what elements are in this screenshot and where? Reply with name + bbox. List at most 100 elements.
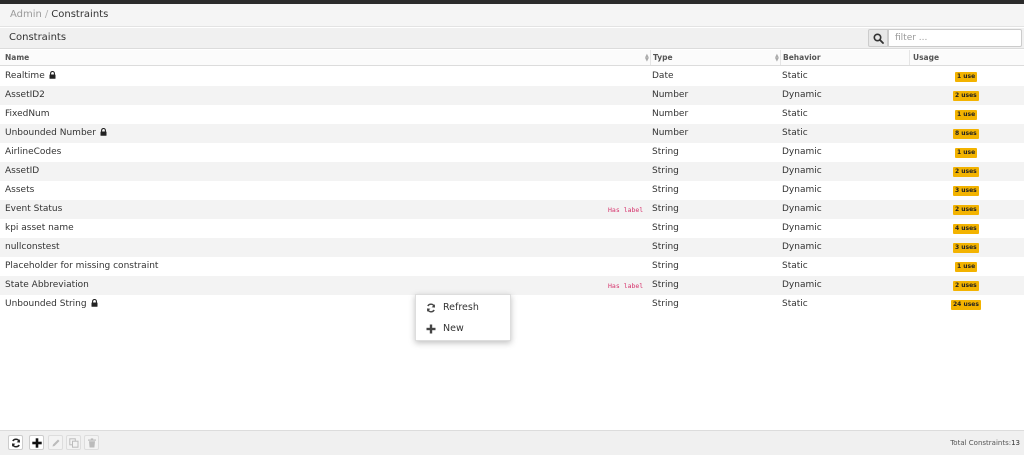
- context-menu: Refresh New: [415, 294, 511, 341]
- constraint-type: Date: [652, 71, 674, 81]
- plus-icon: [426, 324, 436, 334]
- search-input[interactable]: [888, 29, 1022, 47]
- constraint-type: Number: [652, 109, 689, 119]
- constraint-name: Placeholder for missing constraint: [5, 261, 159, 271]
- edit-button[interactable]: [48, 435, 63, 450]
- copy-button[interactable]: [66, 435, 81, 450]
- constraint-name: Assets: [5, 185, 35, 195]
- total-constraints-value: 13: [1011, 439, 1020, 447]
- usage-badge[interactable]: 1 use: [955, 148, 978, 158]
- table-row[interactable]: nullconstest String Dynamic 3 uses: [0, 238, 1024, 257]
- column-divider[interactable]: [780, 50, 781, 65]
- table-row[interactable]: Unbounded String String Static 24 uses: [0, 295, 1024, 314]
- constraint-name: FixedNum: [5, 109, 50, 119]
- column-header-name[interactable]: Name: [5, 53, 29, 62]
- pencil-icon: [52, 439, 60, 447]
- table-header: Name ▲ ▼ Type ▲ ▼ Behavior Usage: [0, 50, 1024, 66]
- column-header-behavior[interactable]: Behavior: [783, 53, 821, 62]
- table-row[interactable]: State Abbreviation Has label String Dynamic…: [0, 276, 1024, 295]
- usage-badge[interactable]: 3 uses: [953, 186, 979, 196]
- column-divider[interactable]: [650, 50, 651, 65]
- refresh-icon: [427, 303, 435, 313]
- table-footer: Total Constraints:13: [0, 430, 1024, 455]
- usage-badge[interactable]: 1 use: [955, 72, 978, 82]
- table-row[interactable]: Realtime Date Static 1 use: [0, 67, 1024, 86]
- constraint-behavior: Dynamic: [782, 185, 822, 195]
- sort-type-icon[interactable]: ▲ ▼: [775, 54, 779, 63]
- context-menu-refresh-label: Refresh: [443, 302, 479, 313]
- constraint-behavior: Static: [782, 128, 808, 138]
- usage-badge[interactable]: 24 uses: [951, 300, 981, 310]
- usage-badge[interactable]: 2 uses: [953, 167, 979, 177]
- usage-badge[interactable]: 2 uses: [953, 205, 979, 215]
- table-row[interactable]: Assets String Dynamic 3 uses: [0, 181, 1024, 200]
- table-row[interactable]: kpi asset name String Dynamic 4 uses: [0, 219, 1024, 238]
- constraint-behavior: Dynamic: [782, 166, 822, 176]
- delete-button[interactable]: [84, 435, 99, 450]
- context-menu-refresh[interactable]: Refresh: [416, 298, 512, 318]
- constraint-behavior: Static: [782, 299, 808, 309]
- table-row[interactable]: FixedNum Number Static 1 use: [0, 105, 1024, 124]
- constraint-type: Number: [652, 90, 689, 100]
- constraint-name: AssetID: [5, 166, 40, 176]
- context-menu-new-label: New: [443, 323, 464, 334]
- breadcrumb-admin-link[interactable]: Admin: [10, 9, 42, 20]
- constraint-behavior: Dynamic: [782, 242, 822, 252]
- constraint-behavior: Dynamic: [782, 280, 822, 290]
- usage-badge[interactable]: 8 uses: [953, 129, 979, 139]
- constraint-type: String: [652, 280, 679, 290]
- table-row[interactable]: Unbounded Number Number Static 8 uses: [0, 124, 1024, 143]
- constraint-type: Number: [652, 128, 689, 138]
- usage-badge[interactable]: 2 uses: [953, 281, 979, 291]
- column-header-usage[interactable]: Usage: [913, 53, 939, 62]
- usage-badge[interactable]: 4 uses: [953, 224, 979, 234]
- usage-badge[interactable]: 1 use: [955, 262, 978, 272]
- constraint-behavior: Static: [782, 261, 808, 271]
- search-button[interactable]: [868, 29, 888, 47]
- breadcrumb-current: Constraints: [51, 9, 109, 20]
- constraint-type: String: [652, 147, 679, 157]
- usage-badge[interactable]: 2 uses: [953, 91, 979, 101]
- lock-icon: [49, 70, 56, 82]
- constraint-type: String: [652, 261, 679, 271]
- constraint-type: String: [652, 223, 679, 233]
- table-row[interactable]: Placeholder for missing constraint String…: [0, 257, 1024, 276]
- constraint-behavior: Dynamic: [782, 223, 822, 233]
- context-menu-new[interactable]: New: [416, 319, 512, 339]
- table-row[interactable]: Event Status Has label String Dynamic 2 uses: [0, 200, 1024, 219]
- table-row[interactable]: AssetID2 Number Dynamic 2 uses: [0, 86, 1024, 105]
- usage-badge[interactable]: 1 use: [955, 110, 978, 120]
- table-row[interactable]: AssetID String Dynamic 2 uses: [0, 162, 1024, 181]
- constraint-name: Unbounded String: [5, 298, 98, 310]
- has-label-tag: Has label: [608, 282, 644, 290]
- constraint-behavior: Dynamic: [782, 90, 822, 100]
- lock-icon: [100, 127, 107, 139]
- total-constraints: Total Constraints:13: [950, 439, 1020, 447]
- sort-name-icon[interactable]: ▲ ▼: [645, 54, 649, 63]
- constraint-behavior: Dynamic: [782, 204, 822, 214]
- search-icon: [873, 33, 884, 44]
- constraint-behavior: Dynamic: [782, 147, 822, 157]
- usage-badge[interactable]: 3 uses: [953, 243, 979, 253]
- breadcrumb: Admin / Constraints: [0, 4, 1024, 27]
- breadcrumb-separator: /: [44, 9, 49, 20]
- column-header-type[interactable]: Type: [653, 53, 673, 62]
- constraint-name: AssetID2: [5, 90, 45, 100]
- constraint-name: State Abbreviation: [5, 280, 89, 290]
- constraint-name: nullconstest: [5, 242, 60, 252]
- constraint-name: Unbounded Number: [5, 127, 107, 139]
- lock-icon: [91, 298, 98, 310]
- has-label-tag: Has label: [608, 206, 644, 214]
- constraint-name: Realtime: [5, 70, 56, 82]
- table-row[interactable]: AirlineCodes String Dynamic 1 use: [0, 143, 1024, 162]
- refresh-button[interactable]: [8, 435, 23, 450]
- copy-icon: [69, 438, 79, 448]
- constraint-type: String: [652, 185, 679, 195]
- panel-title: Constraints: [9, 32, 67, 43]
- trash-icon: [88, 438, 96, 448]
- constraint-behavior: Static: [782, 109, 808, 119]
- constraint-name: AirlineCodes: [5, 147, 62, 157]
- add-button[interactable]: [29, 435, 44, 450]
- constraint-behavior: Static: [782, 71, 808, 81]
- column-divider[interactable]: [909, 50, 910, 65]
